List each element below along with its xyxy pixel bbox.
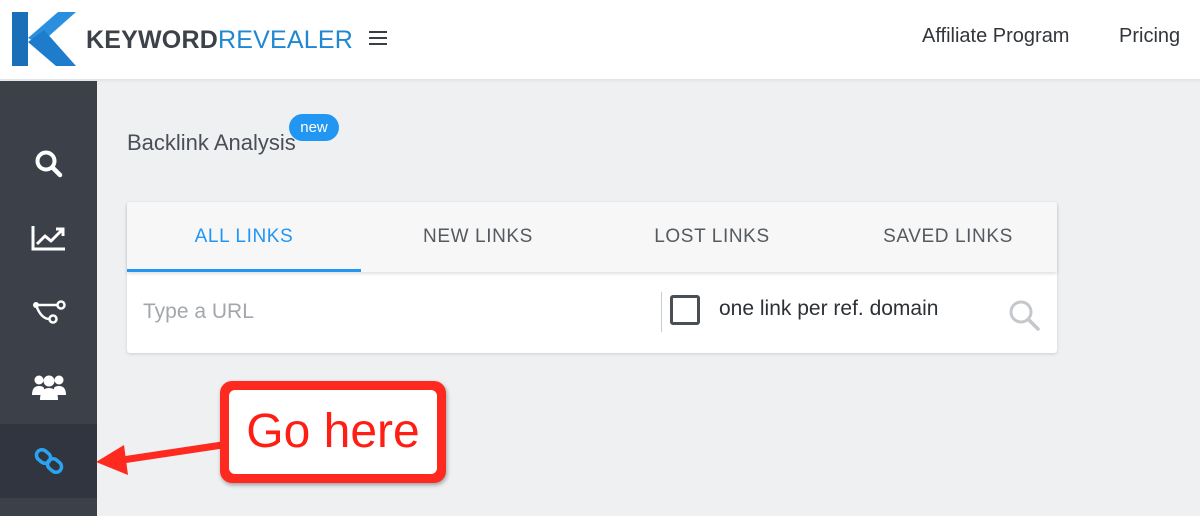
search-icon[interactable] xyxy=(1007,298,1041,332)
tab-saved-links[interactable]: SAVED LINKS xyxy=(831,202,1065,272)
sidebar xyxy=(0,81,97,516)
nav-affiliate-program[interactable]: Affiliate Program xyxy=(922,25,1069,48)
users-icon xyxy=(31,375,66,400)
brand-revealer: REVEALER xyxy=(217,26,353,54)
link-icon xyxy=(34,447,63,475)
tab-new-links[interactable]: NEW LINKS xyxy=(361,202,595,272)
brand-name[interactable]: KEYWORDREVEALER xyxy=(86,26,353,55)
top-header: KEYWORDREVEALER Affiliate Program Pricin… xyxy=(0,0,1200,80)
new-badge: new xyxy=(289,114,339,141)
one-link-per-domain-label[interactable]: one link per ref. domain xyxy=(719,297,938,321)
red-arrow-annotation xyxy=(96,440,233,475)
tab-all-links[interactable]: ALL LINKS xyxy=(127,202,361,272)
brand-keyword: KEYWORD xyxy=(86,26,218,54)
backlink-search-card: ALL LINKS NEW LINKS LOST LINKS SAVED LIN… xyxy=(127,202,1057,353)
url-input[interactable] xyxy=(143,294,643,330)
keywordrevealer-logo[interactable] xyxy=(8,8,78,70)
chart-line-icon xyxy=(31,226,65,251)
tab-lost-links[interactable]: LOST LINKS xyxy=(595,202,829,272)
network-icon xyxy=(32,300,66,324)
page-title: Backlink Analysis xyxy=(127,130,296,155)
sidebar-item-search[interactable] xyxy=(0,127,97,201)
sidebar-item-backlinks[interactable] xyxy=(0,424,97,498)
active-tab-indicator xyxy=(127,269,361,272)
input-divider xyxy=(661,292,662,332)
one-link-per-domain-checkbox[interactable] xyxy=(670,295,700,325)
go-here-callout: Go here xyxy=(220,381,446,483)
sidebar-item-competitors[interactable] xyxy=(0,349,97,423)
sidebar-item-rank-tracker[interactable] xyxy=(0,201,97,275)
hamburger-icon[interactable] xyxy=(366,26,392,52)
nav-pricing[interactable]: Pricing xyxy=(1119,25,1180,48)
sidebar-item-site-audit[interactable] xyxy=(0,275,97,349)
callout-text: Go here xyxy=(246,405,420,458)
search-icon xyxy=(35,150,62,178)
callout-inner: Go here xyxy=(229,390,437,474)
tabs-bar: ALL LINKS NEW LINKS LOST LINKS SAVED LIN… xyxy=(127,202,1057,272)
